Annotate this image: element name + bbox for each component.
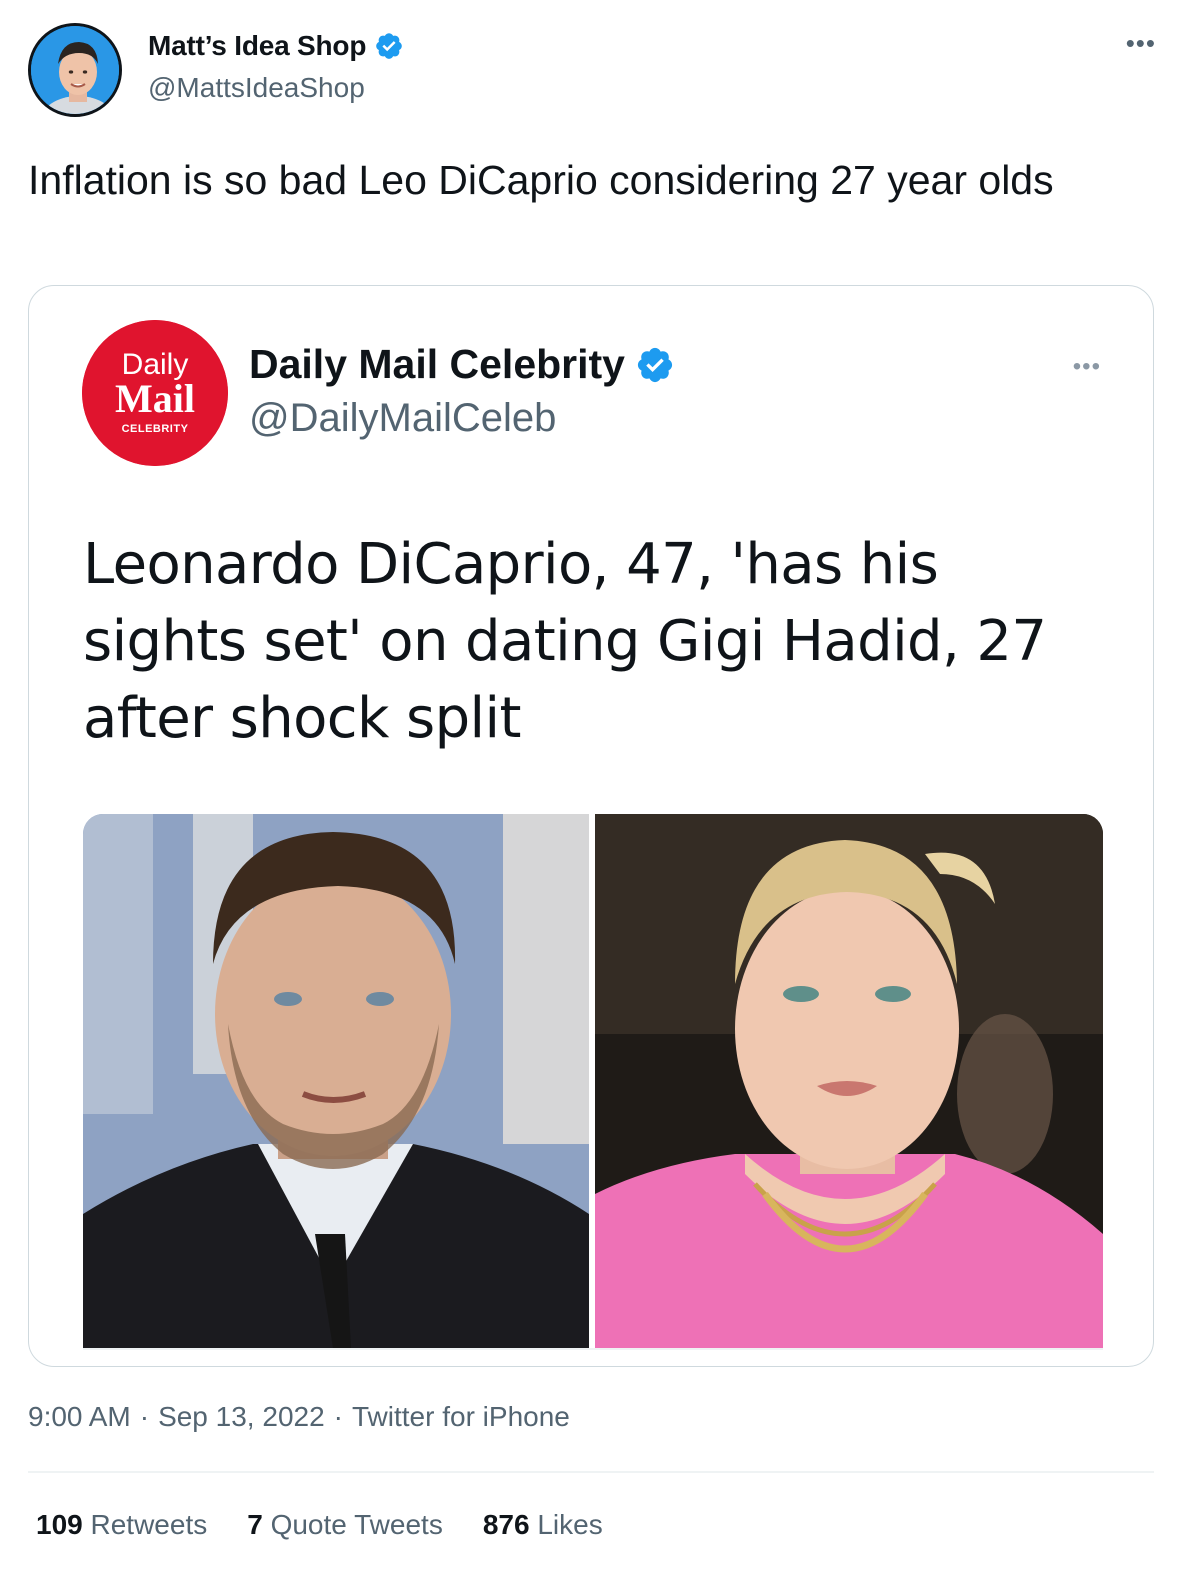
quoted-text: Leonardo DiCaprio, 47, 'has his sights s… xyxy=(83,532,1047,751)
verified-badge-icon xyxy=(637,347,673,382)
tweet-source[interactable]: Twitter for iPhone xyxy=(352,1401,570,1433)
likes-stat[interactable]: 876 Likes xyxy=(483,1509,603,1541)
author-avatar[interactable] xyxy=(28,23,122,117)
photo-man[interactable] xyxy=(83,814,589,1348)
man-portrait-image xyxy=(83,814,589,1348)
tweet: Matt’s Idea Shop @MattsIdeaShop ••• Infl… xyxy=(0,0,1190,1576)
meta-separator: · xyxy=(139,1401,150,1432)
tweet-meta: 9:00 AM · Sep 13, 2022 · Twitter for iPh… xyxy=(28,1401,570,1433)
quoted-display-name[interactable]: Daily Mail Celebrity xyxy=(249,341,675,388)
quote-tweets-label: Quote Tweets xyxy=(270,1509,443,1540)
likes-count: 876 xyxy=(482,1509,530,1540)
meta-separator: · xyxy=(333,1401,343,1432)
logo-line3: CELEBRITY xyxy=(122,423,189,435)
photo-woman[interactable] xyxy=(595,814,1103,1348)
card-bottom-strip xyxy=(83,1348,1103,1350)
retweets-count: 109 xyxy=(36,1509,83,1540)
quoted-handle[interactable]: @DailyMailCeleb xyxy=(249,396,556,441)
tweet-text: Inflation is so bad Leo DiCaprio conside… xyxy=(28,157,1054,203)
more-options-icon[interactable]: ••• xyxy=(1126,28,1156,58)
quoted-name-text: Daily Mail Celebrity xyxy=(249,341,625,387)
divider xyxy=(28,1471,1154,1473)
tweet-date[interactable]: Sep 13, 2022 xyxy=(158,1401,325,1433)
logo-line2: Mail xyxy=(115,376,195,421)
quote-tweets-stat[interactable]: 7 Quote Tweets xyxy=(247,1509,443,1541)
more-options-icon[interactable]: ••• xyxy=(1073,352,1101,382)
quoted-avatar[interactable]: Daily Mail CELEBRITY xyxy=(82,320,228,466)
author-display-name[interactable]: Matt’s Idea Shop xyxy=(148,30,404,62)
likes-label: Likes xyxy=(537,1509,603,1540)
woman-portrait-image xyxy=(595,814,1103,1348)
avatar-portrait xyxy=(31,26,119,114)
quote-tweets-count: 7 xyxy=(247,1509,263,1540)
author-name-text: Matt’s Idea Shop xyxy=(148,30,367,61)
tweet-stats: 109 Retweets 7 Quote Tweets 876 Likes xyxy=(36,1509,603,1541)
retweets-stat[interactable]: 109 Retweets xyxy=(36,1509,207,1541)
quoted-tweet-card[interactable]: Daily Mail CELEBRITY Daily Mail Celebrit… xyxy=(28,285,1154,1367)
author-handle[interactable]: @MattsIdeaShop xyxy=(148,72,365,104)
tweet-time[interactable]: 9:00 AM xyxy=(28,1401,131,1433)
quoted-media[interactable] xyxy=(83,814,1103,1348)
verified-badge-icon xyxy=(376,33,403,59)
daily-mail-logo: Daily Mail CELEBRITY xyxy=(82,320,228,466)
retweets-label: Retweets xyxy=(90,1509,208,1540)
